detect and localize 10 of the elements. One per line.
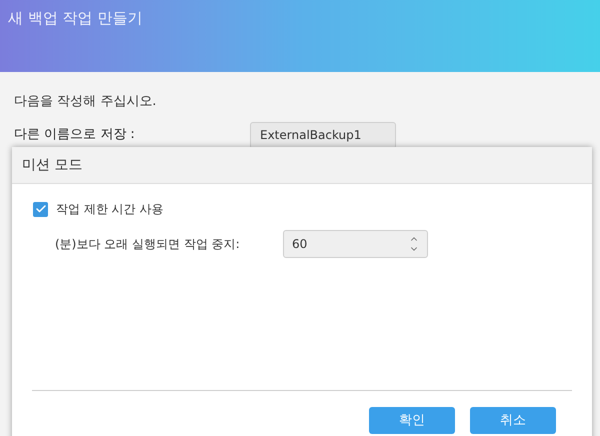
instruction-text: 다음을 작성해 주십시오. [14, 93, 158, 111]
checkbox[interactable] [33, 202, 48, 216]
dialog-title: 미션 모드 [22, 156, 82, 174]
timeout-label: (분)보다 오래 실행되면 작업 중지: [55, 236, 241, 253]
timeout-spinner[interactable]: 60 [283, 230, 428, 258]
spinner-value: 60 [292, 236, 308, 253]
checkbox-label: 작업 제한 시간 사용 [56, 201, 164, 218]
save-as-field[interactable]: ExternalBackup1 [250, 122, 396, 148]
save-as-label: 다른 이름으로 저장 : [14, 126, 136, 144]
window-title: 새 백업 작업 만들기 [8, 9, 142, 27]
